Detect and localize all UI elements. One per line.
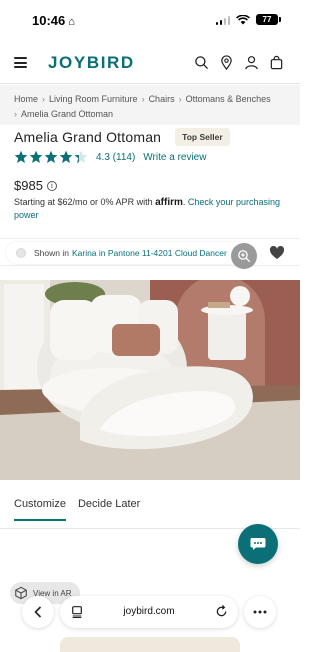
chat-button[interactable]: [238, 524, 278, 564]
star-icon: [29, 150, 43, 163]
site-header: JOYBIRD: [0, 44, 300, 84]
address-bar[interactable]: joybird.com: [60, 596, 238, 628]
shown-in-swatch[interactable]: Shown in Karina in Pantone 11-4201 Cloud…: [6, 242, 254, 264]
site-logo[interactable]: JOYBIRD: [48, 53, 135, 73]
star-icon: [59, 150, 73, 163]
star-rating[interactable]: [14, 150, 88, 164]
shown-in-label: Shown in: [34, 248, 69, 258]
bottom-content-peek: [60, 637, 240, 652]
status-bar: 10:46 ⌂ 77: [0, 0, 300, 40]
header-icons: [194, 55, 284, 70]
status-time-label: 10:46: [32, 13, 66, 28]
product-title: Amelia Grand Ottoman: [14, 129, 162, 145]
search-icon[interactable]: [194, 55, 209, 70]
location-pin-icon[interactable]: [219, 55, 234, 70]
status-indicators: 77: [215, 14, 281, 25]
price-row: $985 i: [14, 178, 57, 193]
swatch-color-dot: [16, 248, 26, 258]
breadcrumb-living-room-furniture[interactable]: Living Room Furniture: [49, 94, 138, 104]
chat-icon: [250, 538, 266, 550]
breadcrumb: Home › Living Room Furniture › Chairs › Ottoma…: [14, 94, 271, 119]
menu-icon[interactable]: [14, 57, 27, 68]
back-arrow-icon: [34, 606, 42, 618]
affirm-logo: affirm: [155, 197, 183, 208]
rating-value[interactable]: 4.3 (114): [96, 152, 135, 163]
info-icon[interactable]: i: [46, 180, 57, 191]
product-image[interactable]: [0, 280, 300, 480]
battery-icon: 77: [256, 14, 281, 25]
more-icon: [253, 610, 267, 614]
home-icon: ⌂: [68, 16, 75, 28]
tab-customize[interactable]: Customize: [14, 498, 66, 521]
rating-row: 4.3 (114) Write a review: [14, 150, 206, 164]
product-title-row: Amelia Grand Ottoman Top Seller: [14, 128, 292, 146]
account-icon[interactable]: [244, 55, 259, 70]
star-icon: [14, 150, 28, 163]
browser-toolbar: joybird.com: [0, 596, 300, 630]
url-text: joybird.com: [123, 606, 175, 617]
ottoman-photo: [0, 280, 300, 480]
write-review-link[interactable]: Write a review: [143, 152, 206, 163]
breadcrumb-home[interactable]: Home: [14, 94, 38, 104]
signal-icon: [215, 15, 230, 25]
top-seller-badge: Top Seller: [175, 128, 230, 146]
star-icon-partial: [74, 150, 88, 163]
financing-text: Starting at $62/mo or 0% APR with affirm…: [14, 197, 280, 220]
reload-icon[interactable]: [215, 605, 228, 618]
product-price: $985: [14, 178, 43, 193]
more-button[interactable]: [244, 596, 276, 628]
wifi-icon: [236, 14, 250, 24]
breadcrumb-current: Amelia Grand Ottoman: [21, 109, 114, 119]
zoom-in-icon[interactable]: [231, 243, 257, 269]
financing-prefix: Starting at $62/mo or 0% APR with: [14, 197, 153, 207]
heart-icon[interactable]: [269, 245, 285, 261]
breadcrumb-chairs[interactable]: Chairs: [149, 94, 175, 104]
star-icon: [44, 150, 58, 163]
breadcrumb-ottomans-benches[interactable]: Ottomans & Benches: [186, 94, 271, 104]
cart-icon[interactable]: [269, 55, 284, 70]
status-time: 10:46 ⌂: [32, 13, 75, 28]
customize-tabs: Customize Decide Later: [14, 498, 140, 521]
tab-decide-later[interactable]: Decide Later: [78, 498, 140, 521]
swatch-name[interactable]: Karina in Pantone 11-4201 Cloud Dancer: [72, 248, 227, 258]
back-button[interactable]: [22, 596, 54, 628]
